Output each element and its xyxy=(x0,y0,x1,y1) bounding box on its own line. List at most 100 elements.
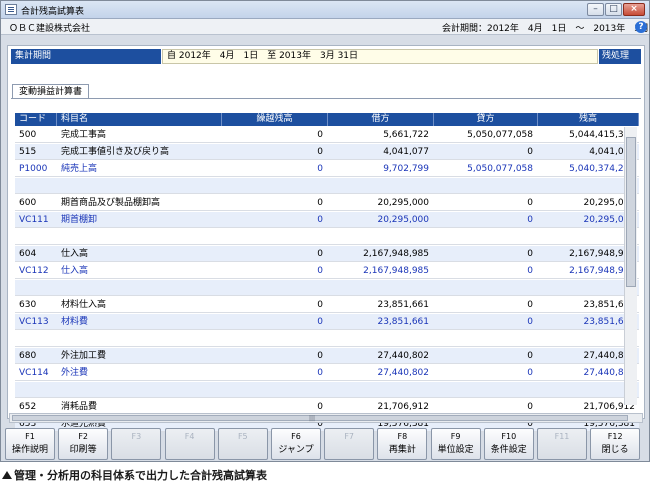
residual-processing-label[interactable]: 残処理 xyxy=(599,49,641,64)
fkey-f6[interactable]: F6 ジャンプ xyxy=(271,428,321,460)
fkey-label: 単位設定 xyxy=(437,445,474,455)
help-icon[interactable]: ? xyxy=(635,21,647,33)
cell-debit: 5,661,722 xyxy=(383,130,429,140)
vertical-scroll-thumb[interactable] xyxy=(626,137,636,287)
cell-code: VC111 xyxy=(19,215,49,225)
cell-carry xyxy=(222,280,323,296)
cell-code xyxy=(19,280,59,296)
table-row[interactable]: 604 仕入高 0 2,167,948,985 0 2,167,948,985 xyxy=(15,246,639,262)
cell-name: 完成工事値引き及び戻り高 xyxy=(61,147,170,157)
cell-name: 期首棚卸 xyxy=(61,215,98,225)
horizontal-scroll-thumb[interactable]: ||| xyxy=(12,415,628,422)
vertical-scrollbar[interactable] xyxy=(624,127,637,405)
cell-name: 外注加工費 xyxy=(61,351,107,361)
header-credit[interactable]: 貸方 xyxy=(434,113,538,126)
cell-code: 500 xyxy=(19,130,37,140)
cell-balance: 23,851,661 xyxy=(583,317,635,327)
table-row[interactable]: 515 完成工事値引き及び戻り高 0 4,041,077 0 4,041,077 xyxy=(15,144,639,160)
aggregation-period-value[interactable]: 自 2012年 4月 1日 至 2013年 3月 31日 xyxy=(162,49,598,64)
table-row[interactable]: VC114 外注費 0 27,440,802 0 27,440,802 xyxy=(15,365,639,381)
cell-debit xyxy=(328,382,429,398)
fkey-number: F11 xyxy=(554,432,570,441)
cell-code: VC113 xyxy=(19,317,49,327)
cell-balance xyxy=(538,382,635,398)
triangle-icon xyxy=(2,471,12,479)
cell-balance: 5,044,415,336 xyxy=(569,130,635,140)
minimize-button[interactable]: – xyxy=(587,3,604,16)
table-row-blank[interactable] xyxy=(15,280,639,296)
fkey-number: F1 xyxy=(25,432,35,441)
cell-code: 604 xyxy=(19,249,37,259)
scroll-grip-icon: ||| xyxy=(309,415,316,422)
table-header: コード 科目名 繰越残高 借方 貸方 残高 xyxy=(15,113,639,126)
fkey-f8[interactable]: F8 再集計 xyxy=(377,428,428,460)
table-row-blank[interactable] xyxy=(15,229,639,245)
tab-variable-pl[interactable]: 変動損益計算書 xyxy=(12,84,90,99)
close-button[interactable]: × xyxy=(623,3,645,16)
fkey-f5: F5 xyxy=(217,428,268,460)
table-row-blank[interactable] xyxy=(15,382,639,398)
cell-name: 期首商品及び製品棚卸高 xyxy=(61,198,161,208)
cell-carry xyxy=(222,229,323,245)
cell-code xyxy=(19,229,59,245)
cell-balance: 2,167,948,985 xyxy=(569,266,635,276)
table-row[interactable]: 500 完成工事高 0 5,661,722 5,050,077,058 5,044,415… xyxy=(15,127,639,143)
cell-name: 外注費 xyxy=(61,368,89,378)
cell-debit: 23,851,661 xyxy=(377,317,429,327)
cell-code: VC114 xyxy=(19,368,49,378)
fkey-f9[interactable]: F9 単位設定 xyxy=(430,428,481,460)
table-row[interactable]: 600 期首商品及び製品棚卸高 0 20,295,000 0 20,295,000 xyxy=(15,195,639,211)
header-carryover[interactable]: 繰越残高 xyxy=(222,113,328,126)
fkey-f11: F11 xyxy=(537,428,587,460)
table-row[interactable]: 630 材料仕入高 0 23,851,661 0 23,851,661 xyxy=(15,297,639,313)
table-row[interactable]: VC113 材料費 0 23,851,661 0 23,851,661 xyxy=(15,314,639,330)
cell-debit xyxy=(328,280,429,296)
cell-debit: 20,295,000 xyxy=(377,198,429,208)
cell-carry: 0 xyxy=(317,249,323,259)
cell-balance: 20,295,000 xyxy=(583,198,635,208)
fkey-f2[interactable]: F2 印刷等 xyxy=(58,428,109,460)
cell-code xyxy=(19,178,59,194)
cell-code: P1000 xyxy=(19,164,48,174)
cell-balance: 27,440,802 xyxy=(583,368,635,378)
fkey-f1[interactable]: F1 操作説明 xyxy=(5,428,55,460)
table-row[interactable]: VC112 仕入高 0 2,167,948,985 0 2,167,948,985 xyxy=(15,263,639,279)
accounting-period: 会計期間：2012年 4月 1日 ～ 2013年 3月 31日 xyxy=(442,24,650,34)
header-account-name[interactable]: 科目名 xyxy=(57,113,222,126)
company-info-bar: ＯＢＣ建設株式会社 会計期間：2012年 4月 1日 ～ 2013年 3月 31… xyxy=(1,19,649,35)
table-row[interactable]: VC111 期首棚卸 0 20,295,000 0 20,295,000 xyxy=(15,212,639,228)
fkey-f4: F4 xyxy=(164,428,215,460)
fkey-label: ジャンプ xyxy=(278,445,314,455)
cell-debit: 20,295,000 xyxy=(377,215,429,225)
cell-debit xyxy=(328,178,429,194)
cell-carry: 0 xyxy=(317,317,323,327)
fkey-f12[interactable]: F12 閉じる xyxy=(590,428,641,460)
cell-credit: 0 xyxy=(527,266,533,276)
fkey-number: F7 xyxy=(344,432,355,441)
title-bar[interactable]: 合計残高試算表 – □ × xyxy=(1,1,649,19)
table-row-blank[interactable] xyxy=(15,178,639,194)
cell-name: 純売上高 xyxy=(61,164,98,174)
fkey-label: 再集計 xyxy=(388,445,416,455)
tab-divider xyxy=(11,98,641,99)
fkey-number: F4 xyxy=(184,432,195,441)
header-debit[interactable]: 借方 xyxy=(328,113,434,126)
horizontal-scrollbar[interactable]: ||| xyxy=(9,413,643,423)
cell-balance xyxy=(538,178,635,194)
fkey-f10[interactable]: F10 条件設定 xyxy=(483,428,534,460)
table-row[interactable]: 680 外注加工費 0 27,440,802 0 27,440,802 xyxy=(15,348,639,364)
cell-debit: 27,440,802 xyxy=(377,368,429,378)
table-row[interactable]: P1000 純売上高 0 9,702,799 5,050,077,058 5,040,37… xyxy=(15,161,639,177)
cell-credit: 0 xyxy=(527,300,533,310)
header-code[interactable]: コード xyxy=(15,113,57,126)
cell-debit: 23,851,661 xyxy=(377,300,429,310)
fkey-number: F2 xyxy=(78,432,89,441)
cell-credit xyxy=(434,280,533,296)
table-row-blank[interactable] xyxy=(15,331,639,347)
fkey-label: 条件設定 xyxy=(490,445,527,455)
cell-credit: 0 xyxy=(527,351,533,361)
header-balance[interactable]: 残高 xyxy=(538,113,639,126)
cell-carry: 0 xyxy=(317,198,323,208)
maximize-button[interactable]: □ xyxy=(605,3,622,16)
cell-name xyxy=(61,331,221,347)
